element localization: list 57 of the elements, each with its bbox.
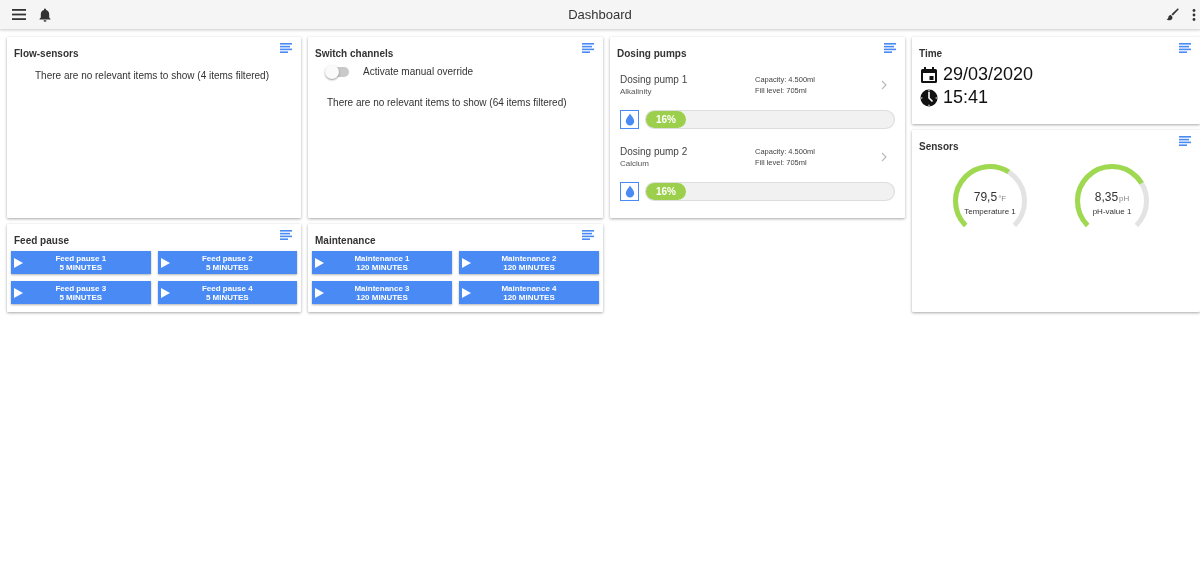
gauge-label: Temperature 1 bbox=[963, 207, 1017, 216]
gauge-value: 8,35pH bbox=[1093, 189, 1131, 205]
play-icon bbox=[315, 257, 324, 268]
gauge-label: pH-value 1 bbox=[1091, 207, 1133, 216]
timer-button[interactable]: Feed pause 4 5 MINUTES bbox=[157, 281, 297, 304]
water-drop-icon[interactable] bbox=[620, 182, 639, 201]
clock-icon bbox=[920, 88, 938, 107]
list-menu-icon[interactable] bbox=[582, 43, 594, 53]
toggle-label: Activate manual override bbox=[363, 66, 474, 77]
timer-button[interactable]: Maintenance 1 120 MINUTES bbox=[312, 251, 452, 274]
card-title: Dosing pumps bbox=[617, 48, 687, 59]
card-title: Flow-sensors bbox=[14, 48, 79, 59]
timer-button[interactable]: Maintenance 2 120 MINUTES bbox=[459, 251, 599, 274]
timer-button[interactable]: Feed pause 3 5 MINUTES bbox=[11, 281, 151, 304]
list-menu-icon[interactable] bbox=[280, 43, 292, 53]
timer-button[interactable]: Maintenance 4 120 MINUTES bbox=[459, 281, 599, 304]
calendar-icon bbox=[920, 65, 938, 84]
menu-icon[interactable] bbox=[12, 9, 26, 20]
play-icon bbox=[14, 287, 23, 298]
water-drop-icon[interactable] bbox=[620, 110, 639, 129]
list-menu-icon[interactable] bbox=[1179, 43, 1191, 53]
list-menu-icon[interactable] bbox=[884, 43, 896, 53]
play-icon bbox=[14, 257, 23, 268]
list-menu-icon[interactable] bbox=[1179, 136, 1191, 146]
list-menu-icon[interactable] bbox=[582, 230, 594, 240]
date-text: 29/03/2020 bbox=[943, 64, 1034, 85]
toggle-switch[interactable] bbox=[327, 67, 349, 77]
gauge-value: 79,5°F bbox=[972, 189, 1008, 205]
play-icon bbox=[315, 287, 324, 298]
timer-button[interactable]: Feed pause 2 5 MINUTES bbox=[157, 251, 297, 274]
brush-icon[interactable] bbox=[1166, 8, 1179, 21]
card-title: Switch channels bbox=[315, 48, 394, 59]
pump-name: Dosing pump 2 bbox=[620, 146, 689, 157]
page-title: Dashboard bbox=[568, 7, 632, 22]
card-title: Sensors bbox=[919, 141, 959, 152]
card-title: Time bbox=[919, 48, 943, 59]
timer-button[interactable]: Feed pause 1 5 MINUTES bbox=[11, 251, 151, 274]
pump-name: Dosing pump 1 bbox=[620, 74, 689, 85]
timer-button[interactable]: Maintenance 3 120 MINUTES bbox=[312, 281, 452, 304]
chevron-right-icon[interactable] bbox=[881, 152, 887, 162]
play-icon bbox=[462, 287, 471, 298]
more-icon[interactable] bbox=[1192, 8, 1196, 21]
time-text: 15:41 bbox=[943, 87, 989, 108]
empty-message: There are no relevant items to show (4 items filtered) bbox=[34, 69, 270, 81]
play-icon bbox=[160, 287, 170, 298]
empty-message: There are no relevant items to show (64 items filtered) bbox=[326, 96, 568, 108]
pump-subtitle: Alkalinity bbox=[620, 87, 653, 96]
list-menu-icon[interactable] bbox=[280, 230, 292, 240]
bell-icon[interactable] bbox=[39, 7, 51, 22]
card-title: Maintenance bbox=[315, 235, 376, 246]
pump-subtitle: Calcium bbox=[620, 159, 650, 168]
play-icon bbox=[462, 257, 471, 268]
fill-level-bar: 16% bbox=[646, 111, 686, 128]
play-icon bbox=[160, 257, 170, 268]
card-title: Feed pause bbox=[14, 235, 70, 246]
chevron-right-icon[interactable] bbox=[881, 80, 887, 90]
fill-level-bar: 16% bbox=[646, 183, 686, 200]
